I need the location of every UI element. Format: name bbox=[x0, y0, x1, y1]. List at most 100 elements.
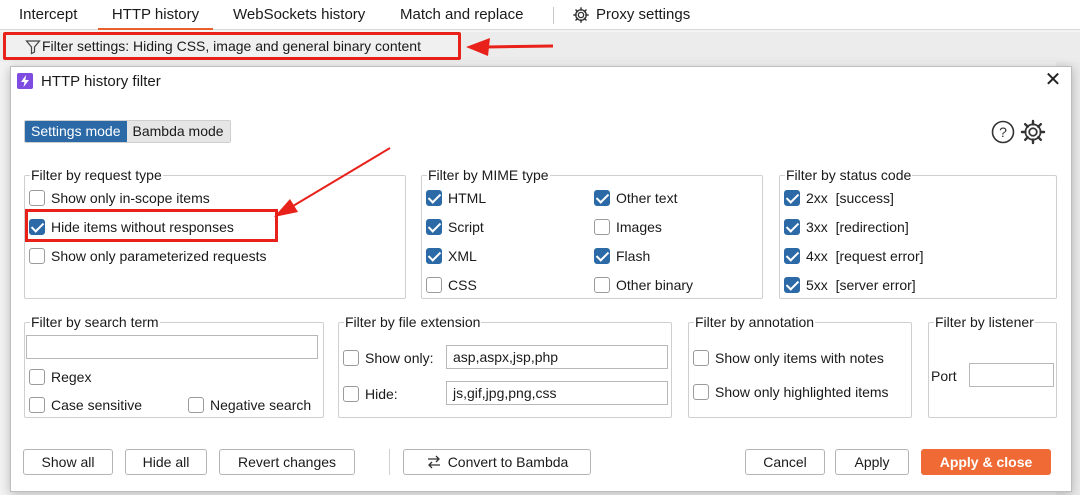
help-icon[interactable]: ? bbox=[991, 120, 1015, 144]
regex-checkbox[interactable]: Regex bbox=[29, 367, 91, 387]
close-icon[interactable]: ✕ bbox=[1042, 69, 1064, 91]
apply-and-close-button[interactable]: Apply & close bbox=[921, 449, 1051, 475]
checkbox[interactable] bbox=[594, 248, 610, 264]
listener-title: Filter by listener bbox=[934, 314, 1035, 330]
status-3xx-label: 3xx [redirection] bbox=[806, 219, 909, 235]
checkbox[interactable] bbox=[188, 397, 204, 413]
dialog-title: HTTP history filter bbox=[41, 73, 161, 90]
file-extension-title: Filter by file extension bbox=[344, 314, 482, 330]
checkbox[interactable] bbox=[693, 350, 709, 366]
mime-css-checkbox[interactable]: CSS bbox=[426, 275, 477, 295]
checkbox[interactable] bbox=[29, 397, 45, 413]
show-only-extension-input[interactable]: asp,aspx,jsp,php bbox=[446, 345, 668, 369]
mime-script-checkbox[interactable]: Script bbox=[426, 217, 484, 237]
funnel-icon bbox=[25, 40, 41, 55]
in-scope-checkbox[interactable]: Show only in-scope items bbox=[29, 188, 210, 208]
annotation-group: Filter by annotation bbox=[688, 314, 912, 418]
mime-other-text-label: Other text bbox=[616, 190, 678, 206]
checkbox[interactable] bbox=[343, 386, 359, 402]
gear-icon bbox=[573, 7, 589, 23]
checkbox[interactable] bbox=[426, 219, 442, 235]
notes-checkbox[interactable]: Show only items with notes bbox=[693, 348, 884, 368]
mime-other-text-checkbox[interactable]: Other text bbox=[594, 188, 677, 208]
tab-match-and-replace[interactable]: Match and replace bbox=[400, 0, 523, 30]
checkbox[interactable] bbox=[426, 277, 442, 293]
request-type-title: Filter by request type bbox=[30, 167, 163, 183]
case-sensitive-label: Case sensitive bbox=[51, 397, 143, 413]
mime-html-checkbox[interactable]: HTML bbox=[426, 188, 486, 208]
parameterized-checkbox[interactable]: Show only parameterized requests bbox=[29, 246, 267, 266]
checkbox[interactable] bbox=[426, 190, 442, 206]
settings-mode-button[interactable]: Settings mode bbox=[25, 121, 127, 142]
status-2xx-checkbox[interactable]: 2xx [success] bbox=[784, 188, 894, 208]
checkbox[interactable] bbox=[29, 248, 45, 264]
mime-xml-checkbox[interactable]: XML bbox=[426, 246, 477, 266]
mime-images-checkbox[interactable]: Images bbox=[594, 217, 662, 237]
checkbox[interactable] bbox=[594, 190, 610, 206]
mime-script-label: Script bbox=[448, 219, 484, 235]
hide-extension-input[interactable]: js,gif,jpg,png,css bbox=[446, 381, 668, 405]
parameterized-label: Show only parameterized requests bbox=[51, 248, 267, 264]
tab-divider bbox=[553, 7, 554, 24]
negative-search-label: Negative search bbox=[210, 397, 312, 413]
burp-lightning-icon bbox=[17, 73, 33, 89]
http-history-filter-dialog: HTTP history filter ✕ Settings mode Bamb… bbox=[10, 66, 1072, 492]
status-4xx-label: 4xx [request error] bbox=[806, 248, 924, 264]
status-5xx-checkbox[interactable]: 5xx [server error] bbox=[784, 275, 916, 295]
proxy-tab-bar: Intercept HTTP history WebSockets histor… bbox=[0, 0, 1080, 30]
checkbox[interactable] bbox=[594, 219, 610, 235]
status-4xx-checkbox[interactable]: 4xx [request error] bbox=[784, 246, 924, 266]
checkbox[interactable] bbox=[594, 277, 610, 293]
checkbox[interactable] bbox=[29, 369, 45, 385]
tab-intercept[interactable]: Intercept bbox=[19, 0, 77, 30]
show-only-extension-checkbox[interactable]: Show only: bbox=[343, 348, 433, 368]
button-divider bbox=[389, 449, 390, 475]
checkbox[interactable] bbox=[426, 248, 442, 264]
mime-css-label: CSS bbox=[448, 277, 477, 293]
cancel-button[interactable]: Cancel bbox=[745, 449, 825, 475]
show-all-button[interactable]: Show all bbox=[23, 449, 113, 475]
bambda-mode-button[interactable]: Bambda mode bbox=[126, 121, 230, 142]
swap-arrows-icon bbox=[427, 455, 440, 469]
tab-proxy-settings[interactable]: Proxy settings bbox=[572, 0, 690, 30]
checkbox[interactable] bbox=[29, 190, 45, 206]
filter-settings-text: Filter settings: Hiding CSS, image and g… bbox=[42, 38, 421, 54]
hide-label: Hide: bbox=[365, 386, 398, 402]
case-sensitive-checkbox[interactable]: Case sensitive bbox=[29, 395, 142, 415]
tab-http-history[interactable]: HTTP history bbox=[98, 0, 213, 30]
svg-text:?: ? bbox=[999, 124, 1007, 140]
mime-flash-checkbox[interactable]: Flash bbox=[594, 246, 650, 266]
settings-gear-icon[interactable] bbox=[1020, 119, 1046, 145]
regex-label: Regex bbox=[51, 369, 92, 385]
status-2xx-label: 2xx [success] bbox=[806, 190, 894, 206]
mime-type-title: Filter by MIME type bbox=[427, 167, 550, 183]
tab-websockets-history[interactable]: WebSockets history bbox=[233, 0, 365, 30]
convert-to-bambda-button[interactable]: Convert to Bambda bbox=[403, 449, 591, 475]
highlighted-checkbox[interactable]: Show only highlighted items bbox=[693, 382, 889, 402]
status-3xx-checkbox[interactable]: 3xx [redirection] bbox=[784, 217, 909, 237]
checkbox[interactable] bbox=[343, 350, 359, 366]
checkbox[interactable] bbox=[784, 219, 800, 235]
checkbox[interactable] bbox=[693, 384, 709, 400]
port-label: Port bbox=[931, 368, 957, 384]
port-input[interactable] bbox=[969, 363, 1054, 387]
mode-toggle: Settings mode Bambda mode bbox=[24, 120, 231, 143]
mime-flash-label: Flash bbox=[616, 248, 651, 264]
search-term-input[interactable] bbox=[26, 335, 318, 359]
show-only-label: Show only: bbox=[365, 350, 434, 366]
checkbox[interactable] bbox=[784, 248, 800, 264]
notes-label: Show only items with notes bbox=[715, 350, 884, 366]
mime-other-binary-checkbox[interactable]: Other binary bbox=[594, 275, 693, 295]
search-term-title: Filter by search term bbox=[30, 314, 160, 330]
annotation-title: Filter by annotation bbox=[694, 314, 816, 330]
convert-to-bambda-label: Convert to Bambda bbox=[447, 454, 569, 470]
checkbox[interactable] bbox=[784, 190, 800, 206]
apply-button[interactable]: Apply bbox=[835, 449, 909, 475]
status-code-title: Filter by status code bbox=[785, 167, 913, 183]
negative-search-checkbox[interactable]: Negative search bbox=[188, 395, 311, 415]
hide-extension-checkbox[interactable]: Hide: bbox=[343, 384, 398, 404]
hide-all-button[interactable]: Hide all bbox=[125, 449, 207, 475]
filter-settings-button[interactable]: Filter settings: Hiding CSS, image and g… bbox=[3, 32, 461, 60]
revert-changes-button[interactable]: Revert changes bbox=[219, 449, 355, 475]
checkbox[interactable] bbox=[784, 277, 800, 293]
